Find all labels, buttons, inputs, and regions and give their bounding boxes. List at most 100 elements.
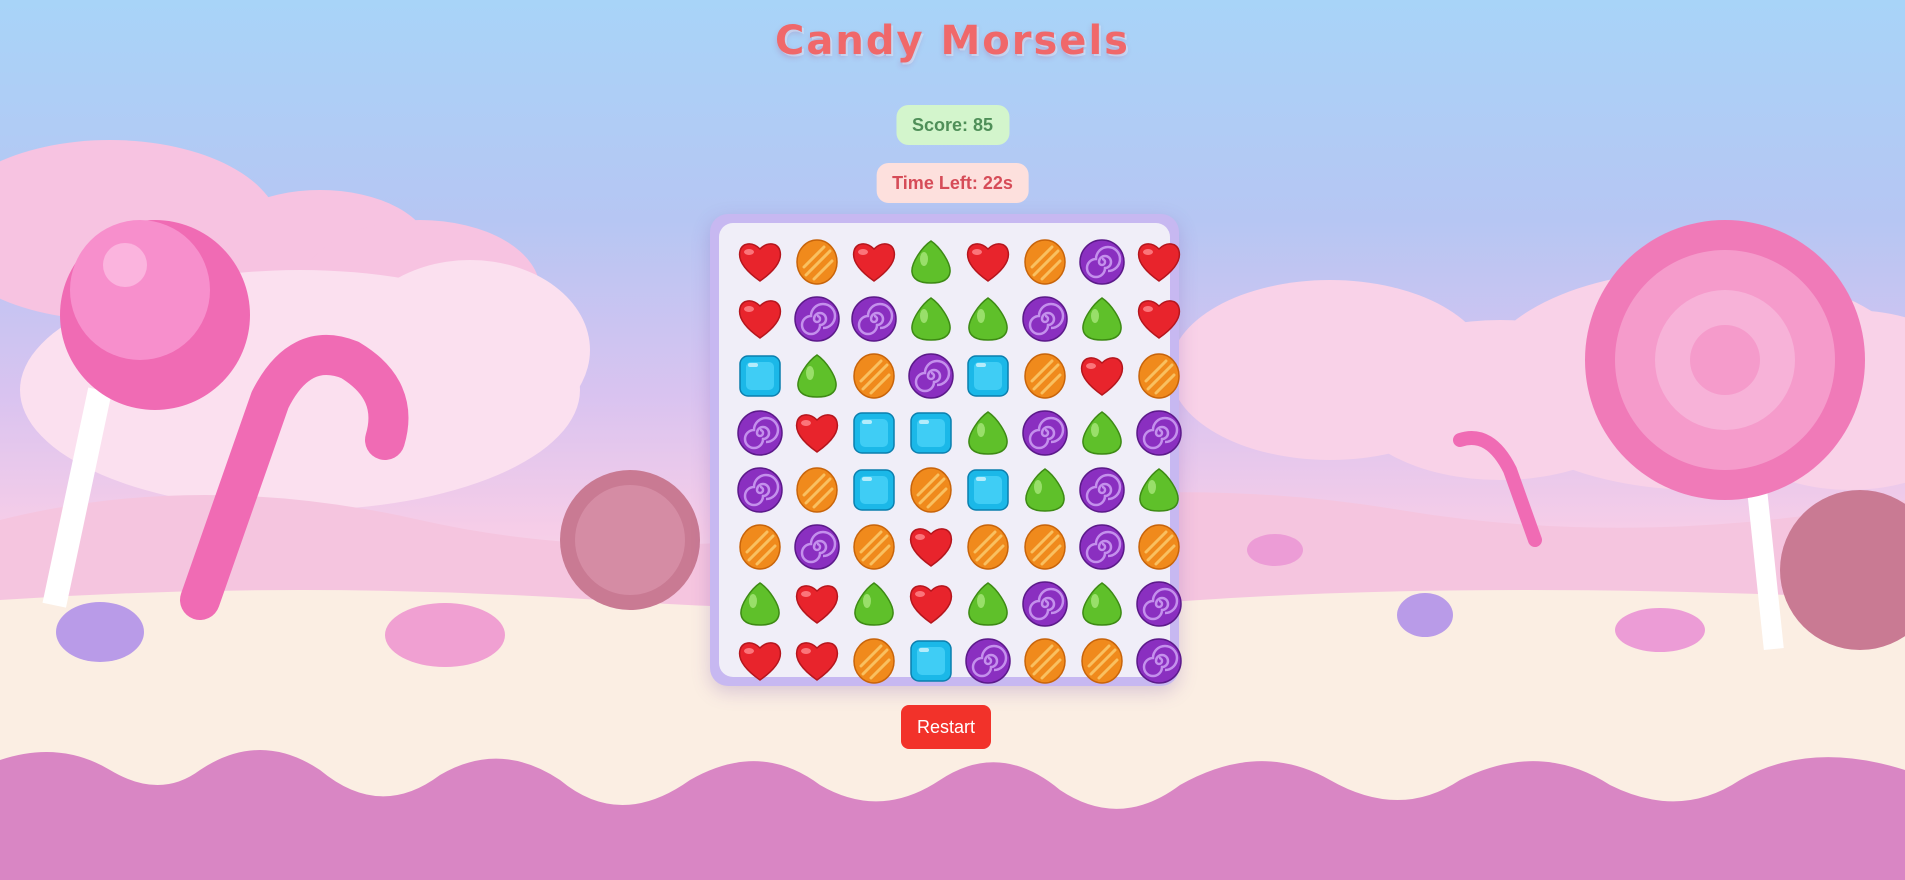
candy-cell[interactable]	[788, 404, 845, 461]
candy-cell[interactable]	[902, 632, 959, 689]
candy-cell[interactable]	[1130, 347, 1187, 404]
candy-cell[interactable]	[845, 347, 902, 404]
candy-cell[interactable]	[731, 233, 788, 290]
green-gumdrop-candy-icon	[1077, 294, 1127, 344]
candy-cell[interactable]	[788, 290, 845, 347]
candy-cell[interactable]	[1073, 461, 1130, 518]
candy-cell[interactable]	[902, 233, 959, 290]
candy-cell[interactable]	[1016, 290, 1073, 347]
candy-cell[interactable]	[902, 290, 959, 347]
score-display: Score: 85	[895, 105, 1010, 145]
candy-cell[interactable]	[1016, 518, 1073, 575]
green-gumdrop-candy-icon	[849, 579, 899, 629]
candy-cell[interactable]	[959, 290, 1016, 347]
orange-striped-candy-icon	[792, 465, 842, 515]
candy-cell[interactable]	[788, 518, 845, 575]
candy-cell[interactable]	[845, 233, 902, 290]
purple-swirl-candy-icon	[735, 465, 785, 515]
candy-cell[interactable]	[1073, 632, 1130, 689]
candy-cell[interactable]	[1073, 233, 1130, 290]
candy-cell[interactable]	[845, 290, 902, 347]
candy-cell[interactable]	[1016, 233, 1073, 290]
candy-cell[interactable]	[1016, 461, 1073, 518]
red-heart-candy-icon	[906, 522, 956, 572]
blue-square-candy-icon	[849, 465, 899, 515]
candy-cell[interactable]	[902, 461, 959, 518]
candy-cell[interactable]	[788, 233, 845, 290]
restart-button[interactable]: Restart	[901, 705, 991, 749]
candy-cell[interactable]	[959, 347, 1016, 404]
candy-cell[interactable]	[1130, 461, 1187, 518]
candy-cell[interactable]	[731, 518, 788, 575]
candy-cell[interactable]	[845, 404, 902, 461]
candy-cell[interactable]	[788, 632, 845, 689]
candy-cell[interactable]	[731, 461, 788, 518]
candy-cell[interactable]	[1016, 632, 1073, 689]
blue-square-candy-icon	[906, 636, 956, 686]
orange-striped-candy-icon	[906, 465, 956, 515]
red-heart-candy-icon	[906, 579, 956, 629]
purple-swirl-candy-icon	[1077, 522, 1127, 572]
candy-drop	[1615, 608, 1705, 652]
candy-cell[interactable]	[1016, 404, 1073, 461]
candy-cell[interactable]	[1073, 518, 1130, 575]
purple-swirl-candy-icon	[1077, 237, 1127, 287]
candy-cell[interactable]	[1130, 233, 1187, 290]
green-gumdrop-candy-icon	[792, 351, 842, 401]
candy-cell[interactable]	[731, 632, 788, 689]
green-gumdrop-candy-icon	[735, 579, 785, 629]
red-heart-candy-icon	[735, 636, 785, 686]
green-gumdrop-candy-icon	[963, 408, 1013, 458]
purple-swirl-candy-icon	[1020, 294, 1070, 344]
candy-cell[interactable]	[845, 461, 902, 518]
orange-striped-candy-icon	[1020, 237, 1070, 287]
red-heart-candy-icon	[1077, 351, 1127, 401]
purple-swirl-candy-icon	[735, 408, 785, 458]
green-gumdrop-candy-icon	[906, 294, 956, 344]
candy-cell[interactable]	[902, 404, 959, 461]
candy-drop	[56, 602, 144, 662]
candy-drop	[385, 603, 505, 667]
candy-cell[interactable]	[1016, 347, 1073, 404]
candy-cell[interactable]	[959, 233, 1016, 290]
candy-cell[interactable]	[959, 461, 1016, 518]
time-left-display: Time Left: 22s	[876, 163, 1029, 203]
red-heart-candy-icon	[849, 237, 899, 287]
candy-cell[interactable]	[1016, 575, 1073, 632]
candy-cell[interactable]	[1130, 404, 1187, 461]
blue-square-candy-icon	[963, 465, 1013, 515]
candy-cell[interactable]	[788, 461, 845, 518]
orange-striped-candy-icon	[849, 522, 899, 572]
candy-cell[interactable]	[731, 404, 788, 461]
candy-cell[interactable]	[902, 518, 959, 575]
orange-striped-candy-icon	[1077, 636, 1127, 686]
candy-cell[interactable]	[788, 347, 845, 404]
candy-cell[interactable]	[731, 347, 788, 404]
candy-cell[interactable]	[1130, 632, 1187, 689]
candy-cell[interactable]	[788, 575, 845, 632]
candy-cell[interactable]	[1073, 347, 1130, 404]
candy-cell[interactable]	[845, 575, 902, 632]
candy-cell[interactable]	[959, 575, 1016, 632]
orange-striped-candy-icon	[1020, 636, 1070, 686]
candy-cell[interactable]	[845, 632, 902, 689]
candy-cell[interactable]	[1130, 290, 1187, 347]
candy-cell[interactable]	[731, 290, 788, 347]
candy-cell[interactable]	[1130, 575, 1187, 632]
purple-swirl-candy-icon	[1134, 579, 1184, 629]
candy-cell[interactable]	[1073, 290, 1130, 347]
candy-cell[interactable]	[959, 518, 1016, 575]
candy-cell[interactable]	[959, 404, 1016, 461]
candy-cell[interactable]	[1130, 518, 1187, 575]
blue-square-candy-icon	[906, 408, 956, 458]
candy-cell[interactable]	[731, 575, 788, 632]
orange-striped-candy-icon	[1020, 522, 1070, 572]
candy-cell[interactable]	[902, 575, 959, 632]
board-panel	[719, 223, 1182, 684]
candy-cell[interactable]	[1073, 404, 1130, 461]
candy-cell[interactable]	[959, 632, 1016, 689]
green-gumdrop-candy-icon	[1020, 465, 1070, 515]
candy-cell[interactable]	[845, 518, 902, 575]
candy-cell[interactable]	[902, 347, 959, 404]
candy-cell[interactable]	[1073, 575, 1130, 632]
